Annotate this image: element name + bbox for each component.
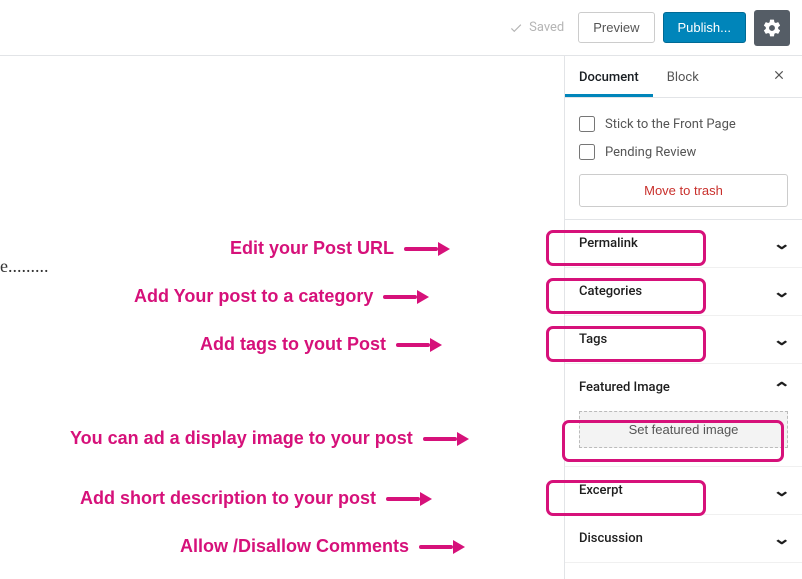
chevron-down-icon: ⌄: [772, 330, 791, 349]
panel-permalink-label: Permalink: [579, 236, 638, 251]
move-to-trash-button[interactable]: Move to trash: [579, 174, 788, 207]
arrow-icon: [423, 432, 469, 446]
check-icon: [509, 21, 523, 35]
preview-button[interactable]: Preview: [578, 12, 654, 43]
pending-review-checkbox[interactable]: Pending Review: [579, 138, 788, 166]
editor-placeholder: e.........: [0, 256, 49, 277]
status-section: Stick to the Front Page Pending Review M…: [565, 98, 802, 220]
stick-front-input[interactable]: [579, 116, 595, 132]
panel-tags-label: Tags: [579, 332, 607, 347]
stick-front-label: Stick to the Front Page: [605, 117, 736, 132]
featured-image-body: Set featured image: [565, 411, 802, 467]
stick-front-checkbox[interactable]: Stick to the Front Page: [579, 110, 788, 138]
arrow-icon: [396, 338, 442, 352]
panel-tags[interactable]: Tags ⌄: [565, 316, 802, 364]
close-sidebar-button[interactable]: [760, 57, 798, 96]
panel-discussion-label: Discussion: [579, 531, 643, 546]
gear-icon: [762, 18, 782, 38]
saved-label: Saved: [529, 20, 564, 35]
panel-discussion[interactable]: Discussion ⌄: [565, 515, 802, 563]
panel-permalink[interactable]: Permalink ⌄: [565, 220, 802, 268]
chevron-down-icon: ⌄: [772, 234, 791, 253]
annotation-excerpt: Add short description to your post: [80, 488, 432, 509]
pending-review-label: Pending Review: [605, 145, 696, 160]
pending-review-input[interactable]: [579, 144, 595, 160]
chevron-down-icon: ⌄: [772, 529, 791, 548]
annotation-categories: Add Your post to a category: [134, 286, 429, 307]
tab-document[interactable]: Document: [565, 56, 653, 97]
panel-featured-image[interactable]: Featured Image ⌄: [565, 364, 802, 411]
annotation-featured: You can ad a display image to your post: [70, 428, 469, 449]
set-featured-image-button[interactable]: Set featured image: [579, 411, 788, 448]
close-icon: [772, 68, 786, 82]
arrow-icon: [383, 290, 429, 304]
annotation-permalink: Edit your Post URL: [230, 238, 450, 259]
publish-button[interactable]: Publish...: [663, 12, 746, 43]
panel-featured-label: Featured Image: [579, 380, 670, 395]
chevron-up-icon: ⌄: [772, 378, 791, 397]
chevron-down-icon: ⌄: [772, 481, 791, 500]
arrow-icon: [404, 242, 450, 256]
settings-sidebar: Document Block Stick to the Front Page P…: [564, 56, 802, 579]
annotation-tags: Add tags to yout Post: [200, 334, 442, 355]
panel-excerpt-label: Excerpt: [579, 483, 623, 498]
settings-button[interactable]: [754, 10, 790, 46]
tab-block[interactable]: Block: [653, 56, 713, 97]
annotation-discussion: Allow /Disallow Comments: [180, 536, 465, 557]
panel-categories-label: Categories: [579, 284, 642, 299]
saved-status: Saved: [509, 20, 564, 35]
top-toolbar: Saved Preview Publish...: [0, 0, 802, 56]
chevron-down-icon: ⌄: [772, 282, 791, 301]
panel-excerpt[interactable]: Excerpt ⌄: [565, 467, 802, 515]
panel-categories[interactable]: Categories ⌄: [565, 268, 802, 316]
sidebar-tabs: Document Block: [565, 56, 802, 98]
arrow-icon: [386, 492, 432, 506]
arrow-icon: [419, 540, 465, 554]
